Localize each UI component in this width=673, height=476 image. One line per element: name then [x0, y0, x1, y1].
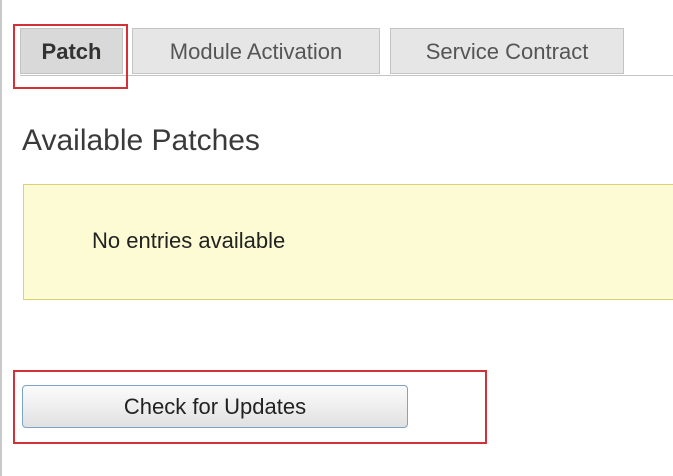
empty-state-message: No entries available — [92, 228, 286, 253]
tab-bar: Patch Module Activation Service Contract — [20, 28, 673, 76]
left-border — [0, 0, 2, 476]
tab-bar-divider — [20, 75, 673, 76]
tab-module-activation[interactable]: Module Activation — [132, 28, 380, 74]
tab-patch[interactable]: Patch — [20, 28, 123, 74]
check-for-updates-button[interactable]: Check for Updates — [22, 385, 408, 428]
empty-state-panel: No entries available — [23, 184, 673, 300]
tab-service-contract[interactable]: Service Contract — [390, 28, 624, 74]
section-title: Available Patches — [22, 124, 260, 157]
